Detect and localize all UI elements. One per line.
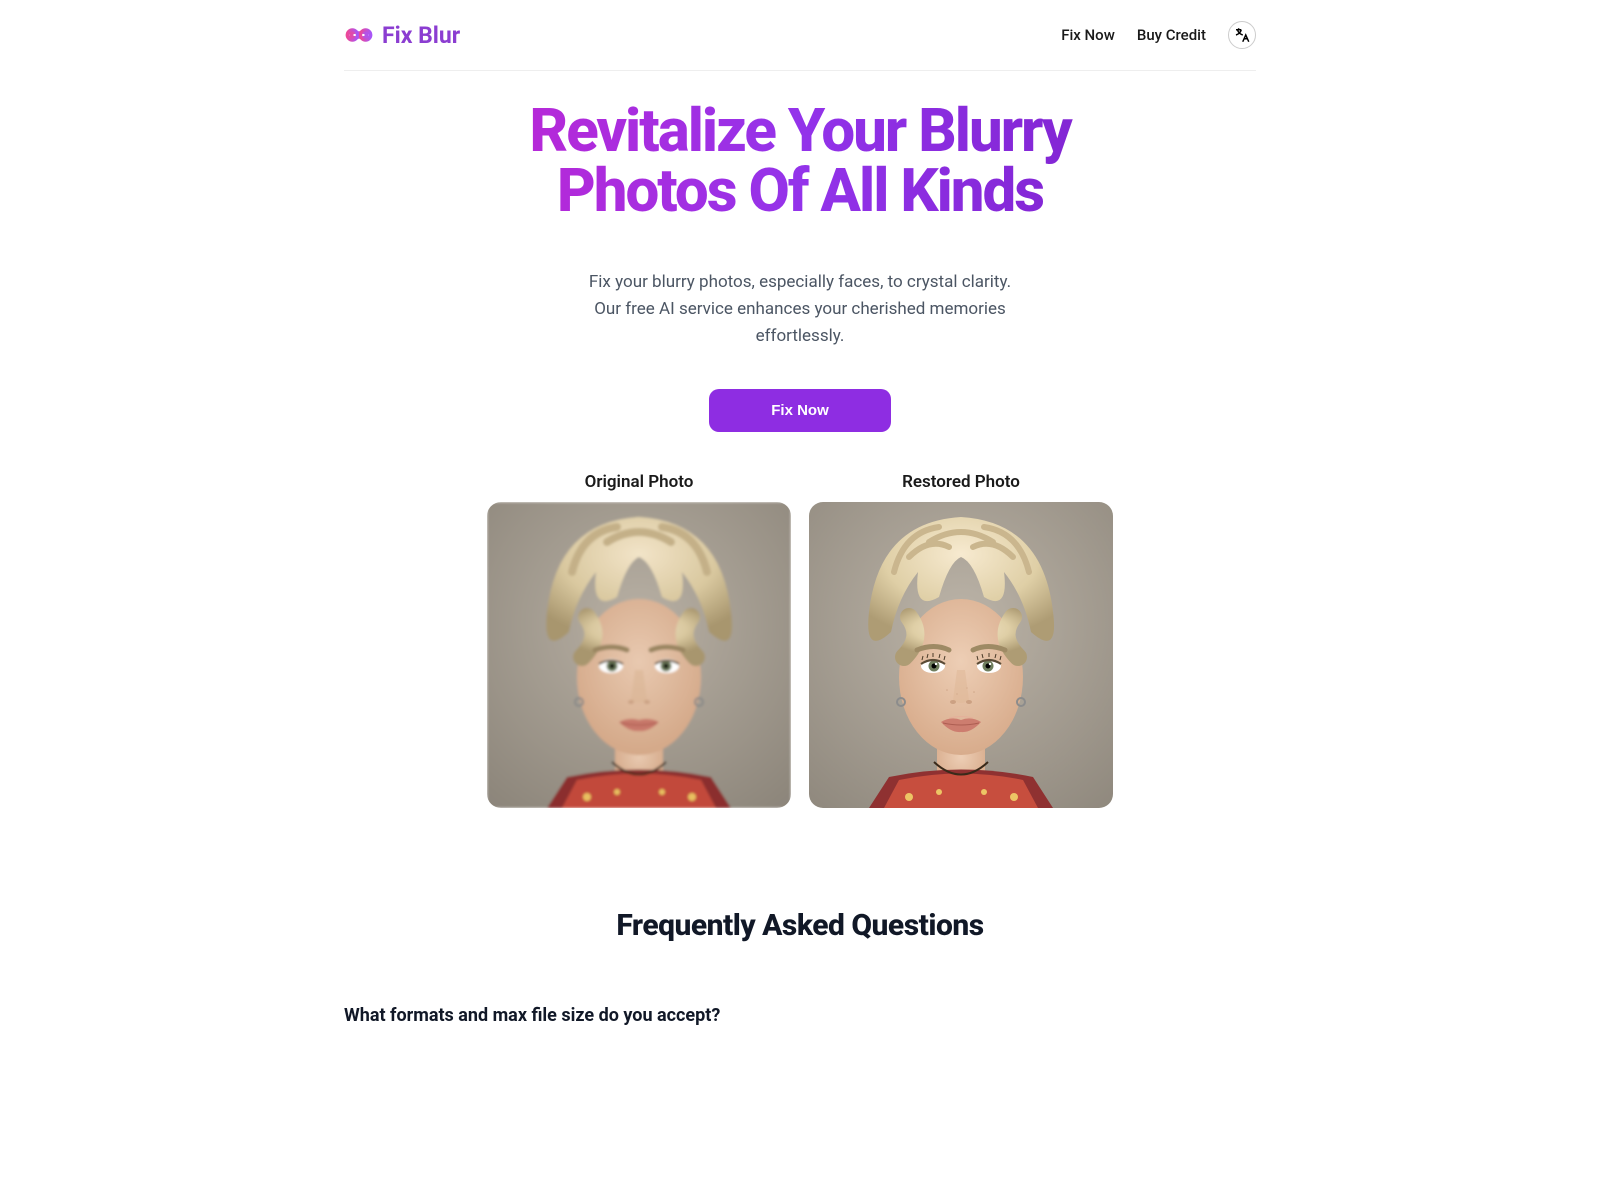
logo-text: Fix Blur [382,22,460,49]
hero-section: Revitalize Your Blurry Photos Of All Kin… [450,71,1150,432]
restored-label: Restored Photo [902,472,1020,492]
hero-description: Fix your blurry photos, especially faces… [575,269,1025,351]
photo-comparison: Original Photo [344,472,1256,808]
original-photo-column: Original Photo [487,472,791,808]
faq-item[interactable]: What formats and max file size do you ac… [344,1005,1256,1026]
faq-question: What formats and max file size do you ac… [344,1005,1256,1026]
fix-now-button[interactable]: Fix Now [709,389,891,432]
nav: Fix Now Buy Credit [1061,21,1256,49]
restored-photo-column: Restored Photo [809,472,1113,808]
original-label: Original Photo [585,472,694,492]
header: Fix Blur Fix Now Buy Credit [344,0,1256,71]
logo-icon [344,20,374,50]
language-button[interactable] [1228,21,1256,49]
faq-section: Frequently Asked Questions What formats … [344,908,1256,1026]
nav-fix-now[interactable]: Fix Now [1061,26,1115,44]
faq-title: Frequently Asked Questions [344,908,1256,943]
logo[interactable]: Fix Blur [344,20,460,50]
original-photo [487,502,791,808]
restored-photo [809,502,1113,808]
nav-buy-credit[interactable]: Buy Credit [1137,26,1206,44]
hero-title: Revitalize Your Blurry Photos Of All Kin… [450,101,1150,221]
translate-icon [1233,26,1251,44]
